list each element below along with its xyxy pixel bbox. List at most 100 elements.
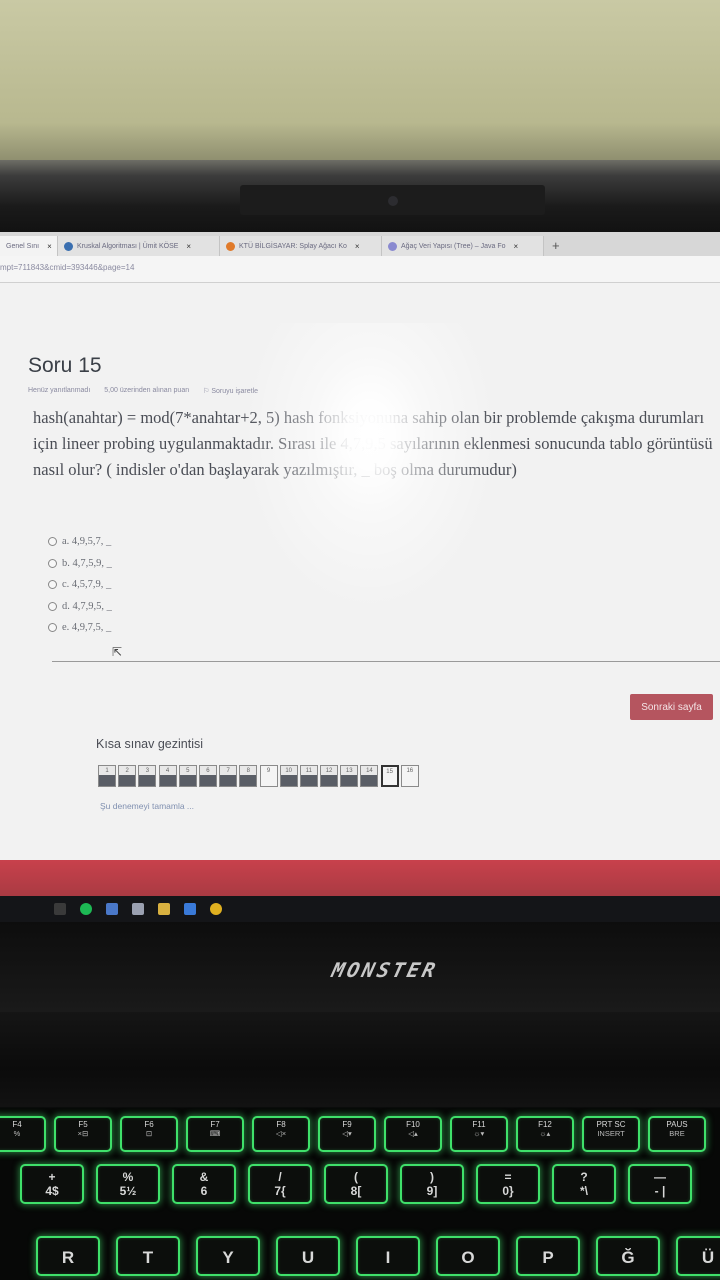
quiz-nav-cell[interactable]: 3 bbox=[138, 765, 157, 787]
tab-close-icon[interactable]: × bbox=[514, 242, 519, 251]
quiz-nav-cell[interactable]: 8 bbox=[239, 765, 258, 787]
key-sublabel: 4$ bbox=[45, 1184, 59, 1198]
quiz-nav-cell[interactable]: 13 bbox=[340, 765, 359, 787]
tab-close-icon[interactable]: × bbox=[186, 242, 191, 251]
letter-key[interactable]: T bbox=[116, 1236, 180, 1276]
function-key[interactable]: F10 ◁▴ bbox=[384, 1116, 442, 1152]
radio-button[interactable] bbox=[48, 601, 57, 611]
key-label: / bbox=[278, 1170, 282, 1184]
key-sublabel: ◁▴ bbox=[408, 1129, 418, 1138]
key-sublabel: 6 bbox=[200, 1184, 208, 1198]
new-tab-button[interactable]: + bbox=[544, 236, 568, 256]
letter-key[interactable]: Ü bbox=[676, 1236, 720, 1276]
function-key[interactable]: F8 ◁× bbox=[252, 1116, 310, 1152]
spotify-icon[interactable] bbox=[80, 903, 92, 915]
quiz-navigation-title: Kısa sınav gezintisi bbox=[96, 737, 203, 751]
task-view-icon[interactable] bbox=[54, 903, 66, 915]
question-text: hash(anahtar) = mod(7*anahtar+2, 5) hash… bbox=[33, 408, 713, 479]
key-label: F8 bbox=[276, 1120, 286, 1129]
number-key[interactable]: = 0} bbox=[476, 1164, 540, 1204]
finish-attempt-link[interactable]: Şu denemeyi tamamla ... bbox=[100, 801, 194, 811]
next-page-button[interactable]: Sonraki sayfa bbox=[630, 694, 713, 720]
flag-question-link[interactable]: ⚐ Soruyu işaretle bbox=[203, 387, 258, 395]
chrome-icon[interactable] bbox=[210, 903, 222, 915]
function-key[interactable]: F5 ×⊟ bbox=[54, 1116, 112, 1152]
function-key[interactable]: PAUS BRE bbox=[648, 1116, 706, 1152]
key-label: F10 bbox=[406, 1120, 420, 1129]
function-key[interactable]: F7 ⌨ bbox=[186, 1116, 244, 1152]
answer-option[interactable]: a. 4,9,5,7, _ bbox=[48, 531, 112, 553]
quiz-nav-cell[interactable]: 16 bbox=[400, 765, 419, 787]
quiz-nav-cell[interactable]: 7 bbox=[219, 765, 238, 787]
answer-option[interactable]: d. 4,7,9,5, _ bbox=[48, 596, 112, 618]
browser-tab[interactable]: KTÜ BİLGİSAYAR: Splay Ağacı Ko × bbox=[220, 236, 382, 256]
answer-option-label[interactable]: a. 4,9,5,7, _ bbox=[62, 536, 111, 547]
quiz-nav-cell[interactable]: 10 bbox=[279, 765, 298, 787]
quiz-nav-cell[interactable]: 5 bbox=[178, 765, 197, 787]
answer-option[interactable]: b. 4,7,5,9, _ bbox=[48, 553, 112, 575]
key-sublabel: 5½ bbox=[119, 1184, 137, 1198]
screen-glare bbox=[220, 323, 520, 643]
key-label: + bbox=[48, 1170, 56, 1184]
address-bar[interactable]: mpt=711843&cmid=393446&page=14 bbox=[0, 256, 720, 283]
tab-close-icon[interactable]: × bbox=[355, 242, 360, 251]
browser-tab[interactable]: Ağaç Veri Yapısı (Tree) – Java Fo × bbox=[382, 236, 544, 256]
network-icon[interactable] bbox=[106, 903, 118, 915]
quiz-nav-cell[interactable]: 12 bbox=[320, 765, 339, 787]
quiz-nav-cell[interactable]: 9 bbox=[259, 765, 278, 787]
function-key[interactable]: F6 ⊡ bbox=[120, 1116, 178, 1152]
quiz-nav-cell[interactable]: 2 bbox=[118, 765, 137, 787]
store-icon[interactable] bbox=[132, 903, 144, 915]
key-sublabel: 7{ bbox=[274, 1184, 286, 1198]
radio-button[interactable] bbox=[48, 537, 57, 547]
letter-key[interactable]: Ğ bbox=[596, 1236, 660, 1276]
radio-button[interactable] bbox=[48, 623, 57, 633]
quiz-nav-cell[interactable]: 11 bbox=[299, 765, 318, 787]
answer-option[interactable]: c. 4,5,7,9, _ bbox=[48, 574, 112, 596]
number-key[interactable]: ? *\ bbox=[552, 1164, 616, 1204]
quiz-nav-cell[interactable]: 14 bbox=[360, 765, 379, 787]
answer-option-label[interactable]: c. 4,5,7,9, _ bbox=[62, 579, 111, 590]
radio-button[interactable] bbox=[48, 580, 57, 590]
answer-option-label[interactable]: d. 4,7,9,5, _ bbox=[62, 601, 112, 612]
number-key[interactable]: — - | bbox=[628, 1164, 692, 1204]
browser-tab[interactable]: Kruskal Algoritması | Ümit KÖSE × bbox=[58, 236, 220, 256]
answer-option-label[interactable]: b. 4,7,5,9, _ bbox=[62, 558, 112, 569]
background-wall bbox=[0, 0, 720, 175]
browser-tab[interactable]: Genel Sını × bbox=[0, 236, 58, 256]
quiz-nav-cell[interactable]: 6 bbox=[198, 765, 217, 787]
app-icon[interactable] bbox=[184, 903, 196, 915]
number-key[interactable]: (8[ bbox=[324, 1164, 388, 1204]
function-key[interactable]: F4% bbox=[0, 1116, 46, 1152]
letter-key[interactable]: R bbox=[36, 1236, 100, 1276]
answer-option[interactable]: e. 4,9,7,5, _ bbox=[48, 617, 112, 639]
function-key[interactable]: F12 ☼▴ bbox=[516, 1116, 574, 1152]
tab-close-icon[interactable]: × bbox=[47, 242, 52, 251]
radio-button[interactable] bbox=[48, 558, 57, 568]
function-key[interactable]: F11 ☼▾ bbox=[450, 1116, 508, 1152]
laptop-screen: Genel Sını × Kruskal Algoritması | Ümit KÖ… bbox=[0, 232, 720, 872]
letter-key[interactable]: U bbox=[276, 1236, 340, 1276]
key-sublabel: ×⊟ bbox=[77, 1129, 89, 1138]
number-key[interactable]: +4$ bbox=[20, 1164, 84, 1204]
answer-option-label[interactable]: e. 4,9,7,5, _ bbox=[62, 622, 111, 633]
letter-key[interactable]: Y bbox=[196, 1236, 260, 1276]
letter-key[interactable]: P bbox=[516, 1236, 580, 1276]
key-sublabel: ☼▴ bbox=[539, 1129, 551, 1138]
number-key[interactable]: & 6 bbox=[172, 1164, 236, 1204]
function-key[interactable]: PRT SC INSERT bbox=[582, 1116, 640, 1152]
url-text[interactable]: mpt=711843&cmid=393446&page=14 bbox=[0, 263, 134, 272]
folder-icon[interactable] bbox=[158, 903, 170, 915]
screen-bottom-strip bbox=[0, 860, 720, 898]
number-key[interactable]: % 5½ bbox=[96, 1164, 160, 1204]
keyboard: F4% F5 ×⊟ F6 ⊡ F7 ⌨ F8 ◁× F9 ◁▾ F10 ◁▴ F11 ☼▾ F12 ☼▴ PRT … bbox=[0, 1108, 720, 1280]
number-key[interactable]: /7{ bbox=[248, 1164, 312, 1204]
quiz-nav-cell[interactable]: 1 bbox=[98, 765, 116, 787]
function-key[interactable]: F9 ◁▾ bbox=[318, 1116, 376, 1152]
quiz-nav-cell[interactable]: 4 bbox=[158, 765, 177, 787]
letter-key[interactable]: O bbox=[436, 1236, 500, 1276]
letter-key[interactable]: I bbox=[356, 1236, 420, 1276]
flag-question-label[interactable]: Soruyu işaretle bbox=[211, 388, 258, 395]
quiz-nav-cell[interactable]: 15 bbox=[380, 765, 399, 787]
number-key[interactable]: ) 9] bbox=[400, 1164, 464, 1204]
